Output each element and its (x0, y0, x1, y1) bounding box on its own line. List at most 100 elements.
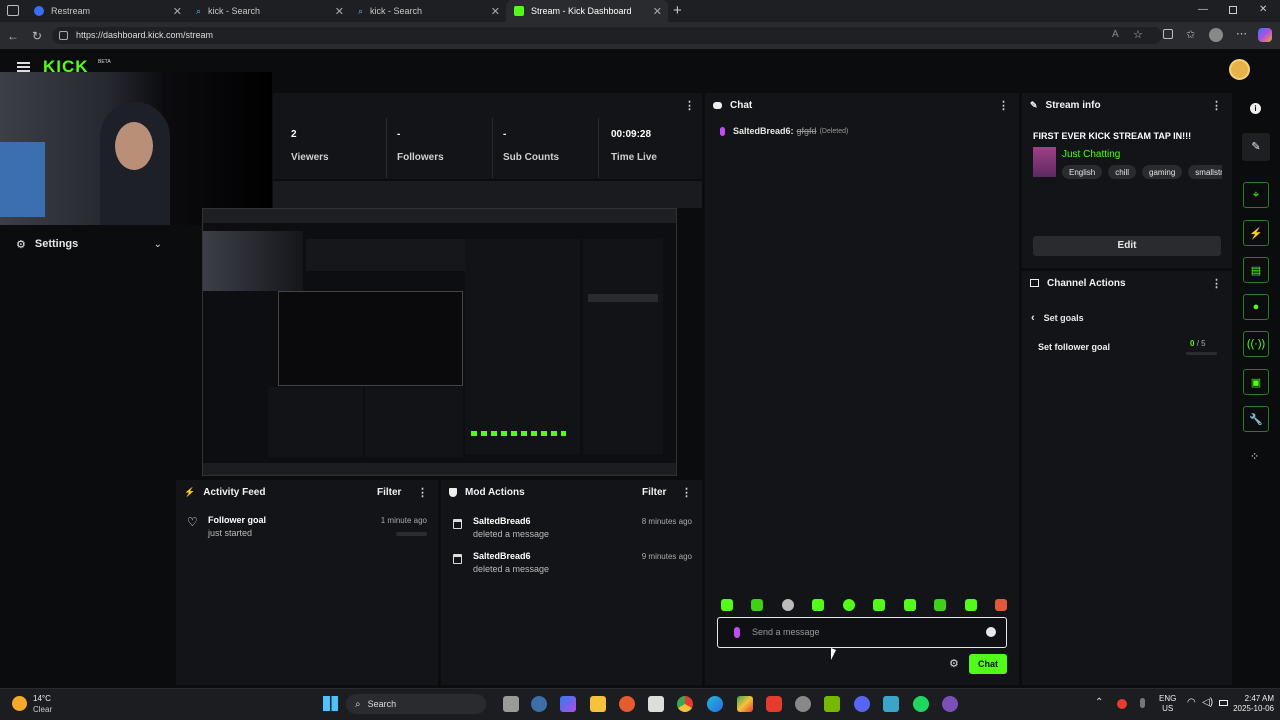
url-input[interactable]: https://dashboard.kick.com/stream (52, 27, 1162, 44)
extensions-icon[interactable] (1163, 29, 1173, 39)
more-options-icon[interactable]: ⋯ (1236, 27, 1247, 40)
emote-icon[interactable] (842, 599, 855, 611)
nvidia-icon[interactable] (824, 696, 840, 712)
site-info-icon[interactable] (59, 31, 68, 40)
play-store-icon[interactable] (737, 696, 753, 712)
dots-cluster-icon[interactable]: ⁘ (1250, 450, 1259, 463)
window-menu-icon[interactable] (7, 5, 19, 16)
chat-menu-icon[interactable]: ⋮ (998, 99, 1009, 112)
task-view-icon[interactable] (503, 696, 519, 712)
tab-kick-search-2[interactable]: ⌕ kick - Search ✕ (350, 0, 506, 22)
settings-row[interactable]: ⚙ Settings ⌄ (16, 236, 162, 252)
refresh-icon[interactable]: ↻ (29, 28, 45, 44)
rail-quick-action-button[interactable]: ⚡ (1243, 220, 1269, 246)
stream-preview-header (273, 181, 702, 208)
rail-chat-button[interactable]: ● (1243, 294, 1269, 320)
stat-followers: - Followers (387, 118, 493, 178)
emote-icon[interactable] (812, 599, 825, 611)
wifi-icon[interactable]: ◠ (1187, 697, 1196, 708)
settings-app-icon[interactable] (795, 696, 811, 712)
activity-menu-icon[interactable]: ⋮ (417, 486, 428, 499)
set-follower-goal[interactable]: Set follower goal (1038, 342, 1110, 352)
clock[interactable]: 2:47 AM 2025-10-06 (1222, 694, 1274, 714)
tray-app-icon[interactable] (1117, 699, 1127, 709)
mod-filter-button[interactable]: Filter (642, 487, 666, 498)
chevron-down-icon[interactable]: ⌄ (154, 239, 162, 250)
media-app-icon[interactable] (619, 696, 635, 712)
emote-icon[interactable] (751, 599, 764, 611)
close-tab-icon[interactable]: ✕ (335, 5, 344, 18)
steam-icon[interactable] (531, 696, 547, 712)
copilot-taskbar-icon[interactable] (560, 696, 576, 712)
set-goals-back[interactable]: ‹ Set goals (1031, 312, 1084, 324)
edit-pencil-icon[interactable]: ✎ (1242, 133, 1270, 161)
mod-menu-icon[interactable]: ⋮ (681, 486, 692, 499)
tray-chevron-up-icon[interactable]: ⌃ (1095, 697, 1103, 708)
favorite-star-icon[interactable]: ☆ (1133, 28, 1143, 41)
tab-label: Restream (51, 6, 91, 16)
new-tab-button[interactable]: + (673, 2, 682, 19)
weather-icon[interactable] (12, 696, 27, 711)
chat-send-button[interactable]: Chat (969, 654, 1007, 674)
favorites-icon[interactable]: ✩ (1186, 28, 1195, 41)
close-tab-icon[interactable]: ✕ (491, 5, 500, 18)
channel-actions-menu-icon[interactable]: ⋮ (1211, 277, 1222, 290)
start-button-icon[interactable] (323, 696, 338, 711)
taskbar-search[interactable]: ⌕ Search (346, 694, 486, 714)
kick-icon (514, 6, 524, 16)
tab-kick-dashboard[interactable]: Stream - Kick Dashboard ✕ (506, 0, 668, 22)
close-tab-icon[interactable]: ✕ (653, 5, 662, 18)
youtube-icon[interactable] (766, 696, 782, 712)
chat-username[interactable]: SaltedBread6: (733, 126, 794, 136)
emoji-icon[interactable] (986, 627, 996, 637)
user-avatar[interactable] (1229, 59, 1250, 80)
emote-icon[interactable] (781, 599, 794, 611)
emote-icon[interactable] (903, 599, 916, 611)
stat-value: - (503, 129, 507, 140)
language-indicator[interactable]: ENG US (1159, 694, 1176, 714)
store-icon[interactable] (648, 696, 664, 712)
rail-clip-button[interactable]: ⌖ (1243, 182, 1269, 208)
dashboard-icon (1030, 279, 1039, 287)
copilot-icon[interactable] (1258, 28, 1272, 42)
stream-title: FIRST EVER KICK STREAM TAP IN!!! (1033, 131, 1192, 141)
rail-notes-button[interactable]: ▤ (1243, 257, 1269, 283)
activity-filter-button[interactable]: Filter (377, 487, 401, 498)
emote-icon[interactable] (934, 599, 947, 611)
close-tab-icon[interactable]: ✕ (173, 5, 182, 18)
emote-icon[interactable] (873, 599, 886, 611)
search-icon: ⌕ (355, 698, 361, 710)
app-icon[interactable] (883, 696, 899, 712)
back-icon[interactable]: ← (5, 28, 21, 44)
webcam-monitor (0, 142, 45, 217)
close-window-icon[interactable]: ✕ (1259, 4, 1267, 15)
obs-icon[interactable] (942, 696, 958, 712)
read-aloud-icon[interactable]: A (1112, 29, 1119, 40)
file-explorer-icon[interactable] (590, 696, 606, 712)
spotify-icon[interactable] (913, 696, 929, 712)
rail-tools-button[interactable]: 🔧 (1243, 406, 1269, 432)
edge-icon[interactable] (707, 696, 723, 712)
tab-kick-search-1[interactable]: ⌕ kick - Search ✕ (188, 0, 350, 22)
rail-broadcast-button[interactable]: ((·)) (1243, 331, 1269, 357)
info-icon[interactable]: i (1250, 103, 1261, 114)
category-link[interactable]: Just Chatting (1062, 149, 1120, 160)
stats-menu-icon[interactable]: ⋮ (684, 99, 695, 112)
tab-restream[interactable]: Restream ✕ (26, 0, 188, 22)
volume-icon[interactable]: ◁) (1202, 697, 1213, 708)
tray-mic-icon[interactable] (1140, 698, 1145, 708)
stream-preview[interactable] (202, 208, 677, 476)
chat-settings-gear-icon[interactable]: ⚙ (949, 657, 959, 670)
maximize-icon[interactable] (1229, 6, 1237, 14)
chrome-icon[interactable] (677, 696, 693, 712)
minimize-icon[interactable]: — (1198, 4, 1208, 15)
chat-input[interactable]: Send a message (717, 617, 1007, 648)
rail-layout-button[interactable]: ▣ (1243, 369, 1269, 395)
emote-icon[interactable] (994, 599, 1007, 611)
stream-info-menu-icon[interactable]: ⋮ (1211, 99, 1222, 112)
profile-avatar[interactable] (1209, 28, 1223, 42)
discord-icon[interactable] (854, 696, 870, 712)
emote-icon[interactable] (721, 599, 733, 611)
emote-icon[interactable] (964, 599, 977, 611)
edit-stream-info-button[interactable]: Edit (1033, 236, 1221, 256)
